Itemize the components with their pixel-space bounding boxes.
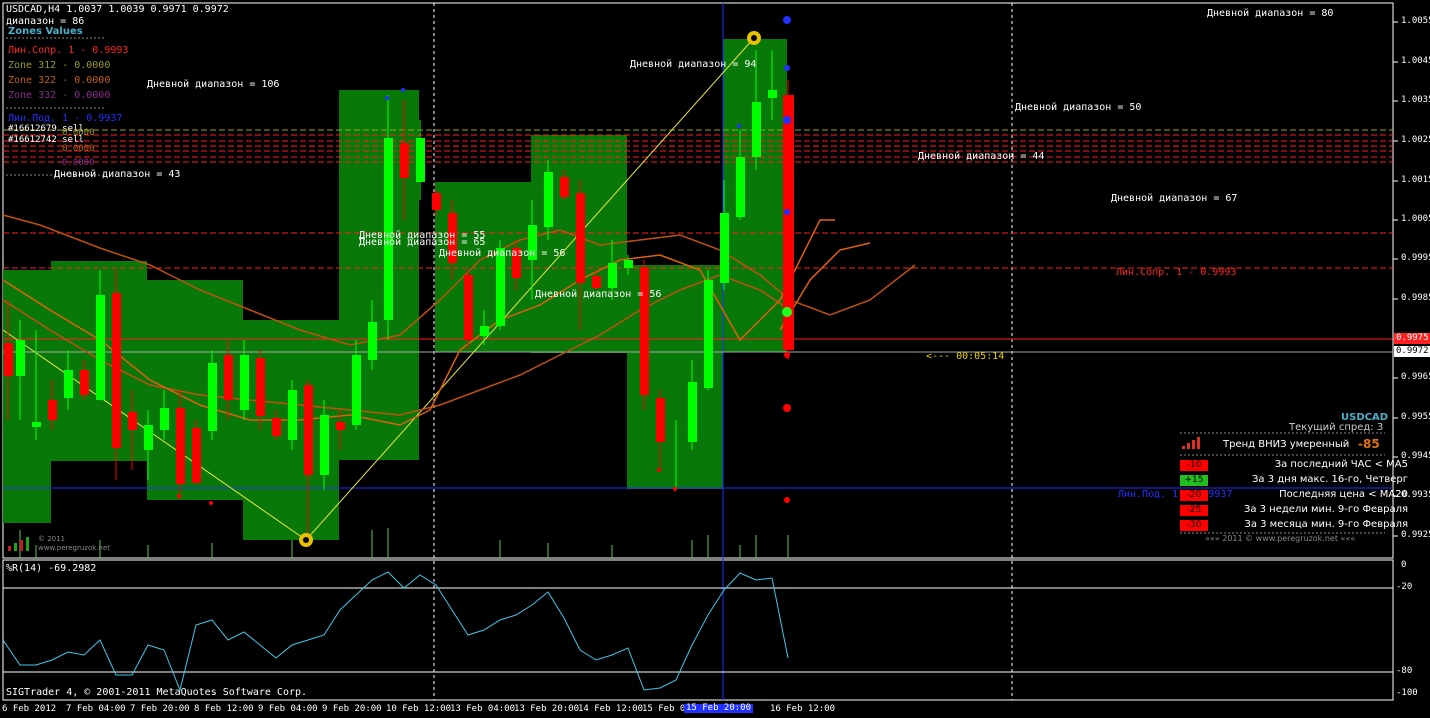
time-tick: 9 Feb 20:00 <box>322 704 382 714</box>
zone-row: Zone 332 - 0.0000 <box>8 90 111 101</box>
time-tick: 6 Feb 2012 <box>2 704 57 714</box>
panel-trend: Тренд ВНИЗ умеренный <box>1223 439 1350 450</box>
time-tick: 8 Feb 12:00 <box>194 704 254 714</box>
price-tick: 1.0015 <box>1401 175 1430 185</box>
price-tick: 1.0045 <box>1401 56 1430 66</box>
score-badge: -25 <box>1180 505 1208 516</box>
price-tick: 0.9925 <box>1401 530 1430 540</box>
price-tick: 0.9965 <box>1401 372 1430 382</box>
resistance-label: Лин.Сопр. 1 - 0.9993 <box>1116 267 1237 278</box>
score-badge: -20 <box>1180 490 1208 501</box>
bars-icon <box>1182 437 1202 454</box>
price-tick: 0.9995 <box>1401 253 1430 263</box>
zone-row: Лин.Сопр. 1 - 0.9993 <box>8 45 129 56</box>
panel-row-text: За 3 месяца мин. 9-го Февраля <box>1244 519 1408 530</box>
time-tick: 10 Feb 12:00 <box>386 704 452 714</box>
time-tick: 9 Feb 04:00 <box>258 704 318 714</box>
price-tick: 0.9985 <box>1401 293 1430 303</box>
panel-row: -30 За 3 месяца мин. 9-го Февраля <box>1180 519 1408 531</box>
panel-row-text: За 3 дня макс. 16-го, Четверг <box>1251 474 1408 485</box>
daily-range-label: Дневной диапазон = 94 <box>630 59 757 70</box>
price-tick: 1.0035 <box>1401 95 1430 105</box>
order-value: 0.0000 <box>62 128 95 138</box>
volume-bars <box>19 528 789 558</box>
time-tick: 7 Feb 20:00 <box>130 704 190 714</box>
daily-range-label: Дневной диапазон = 56 <box>535 289 662 300</box>
panel-row-text: Последняя цена < MA20 <box>1279 489 1408 500</box>
indicator-title: %R(14) -69.2982 <box>6 563 97 574</box>
watermark-site: www.peregruzok.net <box>38 544 111 552</box>
watermark-logo-icon <box>8 537 36 556</box>
zone-row: Zone 322 - 0.0000 <box>8 75 111 86</box>
time-tick: 14 Feb 12:00 <box>578 704 644 714</box>
price-tick: 1.0025 <box>1401 135 1430 145</box>
indicator-level: -80 <box>1396 666 1413 676</box>
time-tick: 13 Feb 04:00 <box>450 704 516 714</box>
daily-range-label: Дневной диапазон = 106 <box>147 79 280 90</box>
time-tick: 7 Feb 04:00 <box>66 704 126 714</box>
daily-range-label: Дневной диапазон = 43 <box>54 169 181 180</box>
indicator-level: -100 <box>1396 688 1418 698</box>
score-badge: +15 <box>1180 475 1208 486</box>
zone-row: Zone 312 - 0.0000 <box>8 60 111 71</box>
score-badge: -30 <box>1180 520 1208 531</box>
indicator-level: 0 <box>1401 560 1407 570</box>
daily-range-label: Дневной диапазон = 50 <box>1015 102 1142 113</box>
zone-row: Лин.Под. 1 - 0.9937 <box>8 113 123 124</box>
watermark-year: © 2011 <box>38 535 66 543</box>
panel-spread: Текущий спред: 3 <box>1289 422 1384 433</box>
panel-row-text: За последний ЧАС < MA5 <box>1274 459 1408 470</box>
main-chart[interactable] <box>0 0 1430 718</box>
zones-title: Zones Values <box>8 26 83 37</box>
panel-footer: »»» 2011 © www.peregruzok.net ««« <box>1205 534 1356 543</box>
time-tick: 16 Feb 12:00 <box>770 704 836 714</box>
order-value: 0.0000 <box>62 158 95 168</box>
current-price-tag: 0.9972 <box>1394 346 1430 357</box>
panel-trend-value: -85 <box>1358 437 1380 451</box>
panel-row: -10 За последний ЧАС < MA5 <box>1180 459 1408 471</box>
bar-timer: <--- 00:05:14 <box>926 351 1005 362</box>
panel-row-text: За 3 недели мин. 9-го Февраля <box>1243 504 1408 515</box>
indicator-level: -20 <box>1396 582 1413 592</box>
daily-range-label: Дневной диапазон = 80 <box>1207 8 1334 19</box>
price-tick: 0.9955 <box>1401 412 1430 422</box>
panel-row: +15 За 3 дня макс. 16-го, Четверг <box>1180 474 1408 486</box>
daily-range-label: Дневной диапазон = 44 <box>918 151 1045 162</box>
price-tick: 1.0055 <box>1401 16 1430 26</box>
daily-range-label: Дневной диапазон = 67 <box>1111 193 1238 204</box>
time-tick: 13 Feb 20:00 <box>514 704 580 714</box>
daily-range-label: Дневной диапазон = 56 <box>439 248 566 259</box>
copyright-text: SIGTrader 4, © 2001-2011 MetaQuotes Soft… <box>6 687 308 698</box>
chart-title: USDCAD,H4 1.0037 1.0039 0.9971 0.9972 <box>6 4 229 15</box>
order-value: 0.0000 <box>62 144 95 154</box>
crosshair-time-tag: 15 Feb 20:00 <box>684 703 754 713</box>
price-tick: 1.0005 <box>1401 214 1430 224</box>
bid-price-tag: 0.9975 <box>1394 333 1430 344</box>
panel-row: -20 Последняя цена < MA20 <box>1180 489 1408 501</box>
daily-range-label: Дневной диапазон = 65 <box>359 237 486 248</box>
score-badge: -10 <box>1180 460 1208 471</box>
panel-row: -25 За 3 недели мин. 9-го Февраля <box>1180 504 1408 516</box>
